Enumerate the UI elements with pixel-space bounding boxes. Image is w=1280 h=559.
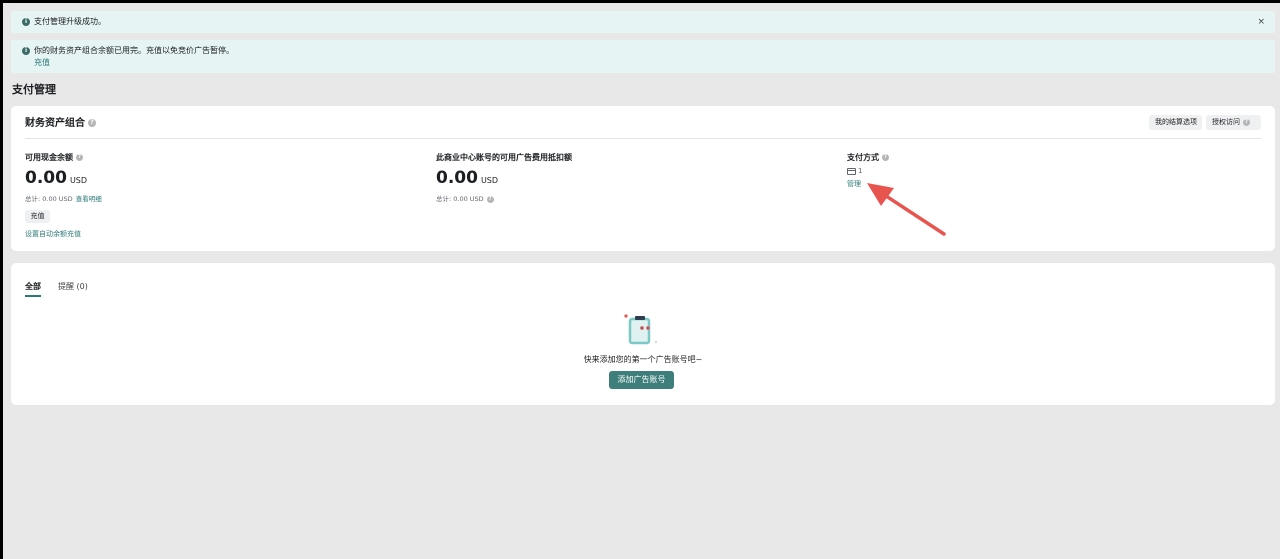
empty-state-message: 快来添加您的第一个广告账号吧~ xyxy=(583,355,703,364)
payment-management-page: i 支付管理升级成功。 × i 你的财务资产组合余额已用完。充值以免竞价广告暂停… xyxy=(3,3,1280,559)
credit-amount-value: 0.00 xyxy=(436,168,478,188)
clipboard-illustration xyxy=(624,314,657,345)
balance-empty-banner: i 你的财务资产组合余额已用完。充值以免竞价广告暂停。 充值 xyxy=(11,40,1275,73)
help-icon: ? xyxy=(1243,118,1250,126)
credit-total-line: 总计: 0.00 USD? xyxy=(436,195,494,204)
credit-total: 总计: 0.00 USD xyxy=(436,195,484,203)
ad-credit-label: 此商业中心账号的可用广告费用抵扣额 xyxy=(436,153,572,162)
authorized-access-button[interactable]: 授权访问? xyxy=(1206,115,1261,130)
close-icon[interactable]: × xyxy=(1257,17,1265,27)
cash-currency: USD xyxy=(69,176,88,185)
cash-amount-value: 0.00 xyxy=(25,168,67,188)
cash-total: 总计: 0.00 USD xyxy=(25,195,73,203)
help-icon[interactable]: ? xyxy=(486,195,494,203)
tab-all[interactable]: 全部 xyxy=(25,282,41,292)
help-icon[interactable]: ? xyxy=(76,154,83,161)
credit-currency: USD xyxy=(480,176,499,185)
credit-card-icon xyxy=(847,167,856,175)
card-count-value: 1 xyxy=(858,167,863,175)
ad-accounts-card: 全部 提醒 (0) 快来添加您的第一个广告账号吧~ 添加广告账号 xyxy=(11,263,1275,405)
view-details-link[interactable]: 查看明细 xyxy=(76,195,102,203)
add-ad-account-button[interactable]: 添加广告账号 xyxy=(609,371,674,389)
financial-portfolio-card: 财务资产组合? 我的结算选项 授权访问? 可用现金余额? 0.00 USD 总计:… xyxy=(11,106,1275,251)
tab-reminder[interactable]: 提醒 (0) xyxy=(58,282,88,292)
settlement-options-button[interactable]: 我的结算选项 xyxy=(1149,115,1202,130)
upgrade-success-banner: i 支付管理升级成功。 × xyxy=(11,11,1275,33)
cash-total-line: 总计: 0.00 USD 查看明细 xyxy=(25,195,102,204)
divider xyxy=(25,138,1261,139)
banner-recharge-link[interactable]: 充值 xyxy=(34,58,50,68)
page-title: 支付管理 xyxy=(12,83,56,96)
ad-credit-amount: 0.00 USD xyxy=(436,168,498,191)
recharge-button[interactable]: 充值 xyxy=(25,210,50,223)
cash-balance-amount: 0.00 USD xyxy=(25,168,87,191)
help-icon[interactable]: ? xyxy=(88,119,96,127)
info-icon: i xyxy=(22,47,30,55)
upgrade-success-message: 支付管理升级成功。 xyxy=(34,17,106,26)
cash-balance-label-text: 可用现金余额 xyxy=(25,153,73,162)
balance-empty-message: 你的财务资产组合余额已用完。充值以免竞价广告暂停。 xyxy=(34,46,234,55)
info-icon: i xyxy=(22,18,30,26)
payment-card-count: 1 xyxy=(847,167,862,176)
cash-balance-label: 可用现金余额? xyxy=(25,153,83,163)
portfolio-title: 财务资产组合? xyxy=(25,117,96,131)
auto-recharge-link[interactable]: 设置自动余额充值 xyxy=(25,230,81,239)
payment-method-label-text: 支付方式 xyxy=(847,153,879,162)
portfolio-title-text: 财务资产组合 xyxy=(25,118,85,129)
active-tab-indicator xyxy=(25,295,41,297)
manage-payment-link[interactable]: 管理 xyxy=(847,180,861,189)
help-icon[interactable]: ? xyxy=(882,154,889,161)
payment-method-label: 支付方式? xyxy=(847,153,889,163)
authorized-access-label: 授权访问 xyxy=(1212,118,1240,126)
